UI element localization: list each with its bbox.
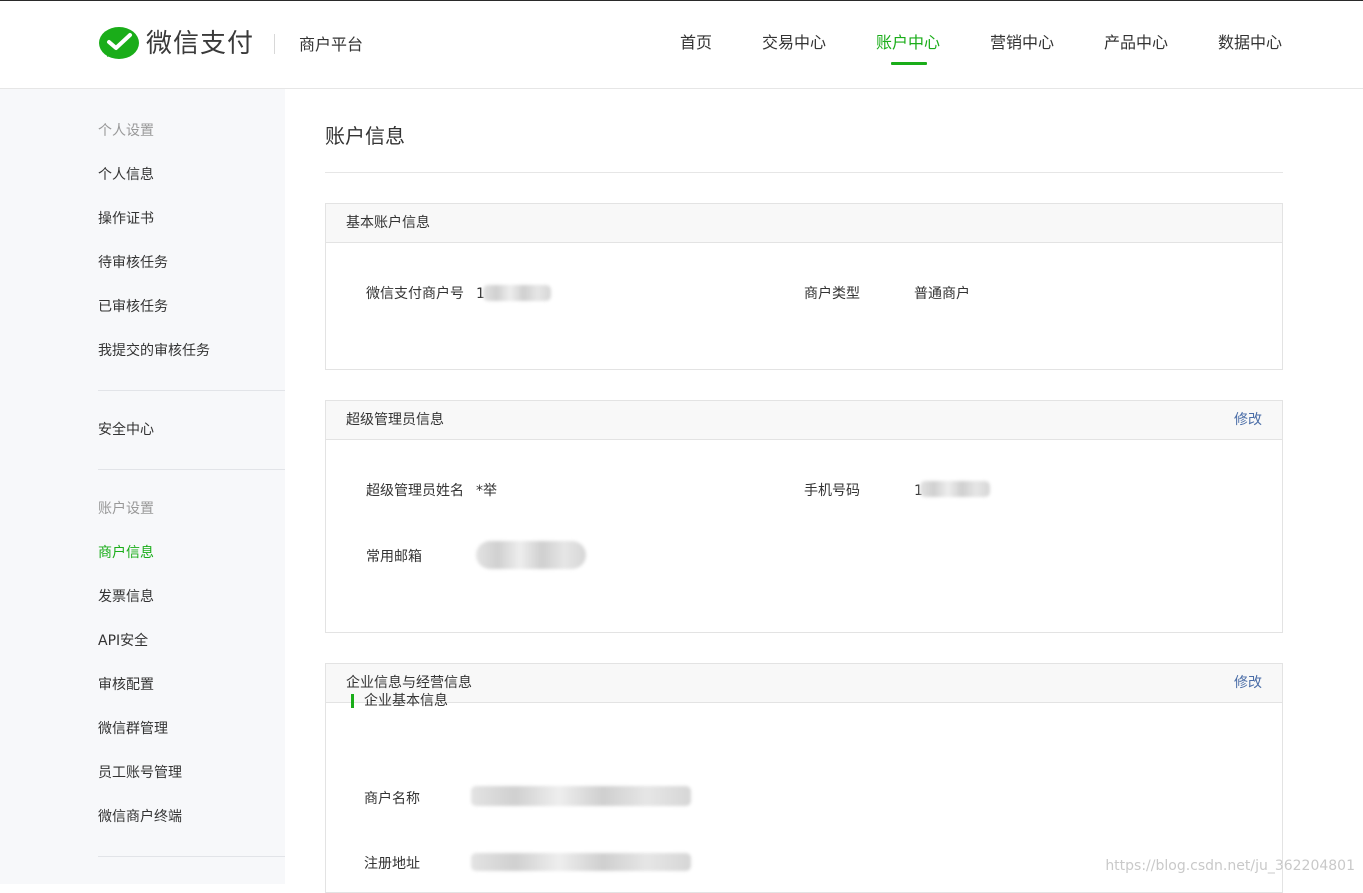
nav-transactions[interactable]: 交易中心 <box>762 31 826 55</box>
sidebar-divider <box>98 390 285 391</box>
sidebar-divider <box>98 469 285 470</box>
merchant-id-label: 微信支付商户号 <box>366 286 464 302</box>
sidebar-item-staff-accounts[interactable]: 员工账号管理 <box>98 763 182 783</box>
sidebar-divider <box>98 856 285 857</box>
sidebar-group-personal: 个人设置 <box>98 123 154 139</box>
panel-header: 基本账户信息 <box>326 204 1282 243</box>
nav-data[interactable]: 数据中心 <box>1218 31 1282 55</box>
redacted-email <box>476 541 586 569</box>
sidebar-item-certificate[interactable]: 操作证书 <box>98 209 154 229</box>
redacted-address <box>471 853 691 871</box>
merchant-type-label: 商户类型 <box>804 286 860 302</box>
sidebar-item-api-security[interactable]: API安全 <box>98 631 148 651</box>
company-name-label: 商户名称 <box>364 791 420 807</box>
sidebar-item-invoice[interactable]: 发票信息 <box>98 587 154 607</box>
redacted-phone <box>920 481 990 497</box>
sidebar-item-pending-review[interactable]: 待审核任务 <box>98 253 168 273</box>
phone-label: 手机号码 <box>804 483 860 499</box>
panel-header: 超级管理员信息 修改 <box>326 401 1282 440</box>
sidebar-item-terminal[interactable]: 微信商户终端 <box>98 807 182 827</box>
email-label: 常用邮箱 <box>366 549 422 565</box>
sidebar-item-group-management[interactable]: 微信群管理 <box>98 719 168 739</box>
title-divider <box>325 172 1283 173</box>
admin-name-label: 超级管理员姓名 <box>366 483 464 499</box>
nav-products[interactable]: 产品中心 <box>1104 31 1168 55</box>
admin-name-value: *举 <box>476 483 497 499</box>
page-title: 账户信息 <box>325 124 405 148</box>
basic-account-panel: 基本账户信息 微信支付商户号 1 商户类型 普通商户 <box>325 203 1283 370</box>
nav-account[interactable]: 账户中心 <box>876 31 940 55</box>
redacted-company-name <box>471 786 691 806</box>
nav-marketing[interactable]: 营销中心 <box>990 31 1054 55</box>
sidebar-item-reviewed[interactable]: 已审核任务 <box>98 297 168 317</box>
subsection-marker <box>351 694 354 708</box>
panel-header: 企业信息与经营信息 修改 <box>326 664 1282 703</box>
panel-title: 基本账户信息 <box>346 215 430 231</box>
edit-company-link[interactable]: 修改 <box>1234 674 1262 692</box>
merchant-type-value: 普通商户 <box>914 286 970 302</box>
nav-active-indicator <box>891 62 927 65</box>
sidebar-item-security[interactable]: 安全中心 <box>98 420 154 440</box>
sidebar-item-my-submitted[interactable]: 我提交的审核任务 <box>98 341 210 361</box>
redacted-merchant-id <box>483 285 551 301</box>
panel-title: 超级管理员信息 <box>346 412 444 428</box>
panel-title: 企业信息与经营信息 <box>346 675 472 691</box>
sidebar-group-account: 账户设置 <box>98 501 154 517</box>
sidebar-item-personal-info[interactable]: 个人信息 <box>98 165 154 185</box>
main-nav: 首页 交易中心 账户中心 营销中心 产品中心 数据中心 <box>0 31 1363 71</box>
watermark: https://blog.csdn.net/ju_362204801 <box>1105 858 1355 874</box>
admin-info-panel: 超级管理员信息 修改 超级管理员姓名 *举 手机号码 1 常用邮箱 <box>325 400 1283 633</box>
nav-home[interactable]: 首页 <box>680 31 712 55</box>
subsection-title: 企业基本信息 <box>364 693 448 709</box>
sidebar-item-review-config[interactable]: 审核配置 <box>98 675 154 695</box>
sidebar: 个人设置 个人信息 操作证书 待审核任务 已审核任务 我提交的审核任务 安全中心… <box>0 89 285 884</box>
top-header: 微信支付 商户平台 首页 交易中心 账户中心 营销中心 产品中心 数据中心 <box>0 0 1363 89</box>
address-label: 注册地址 <box>364 856 420 872</box>
edit-admin-link[interactable]: 修改 <box>1234 411 1262 429</box>
sidebar-item-merchant-info[interactable]: 商户信息 <box>98 543 154 563</box>
